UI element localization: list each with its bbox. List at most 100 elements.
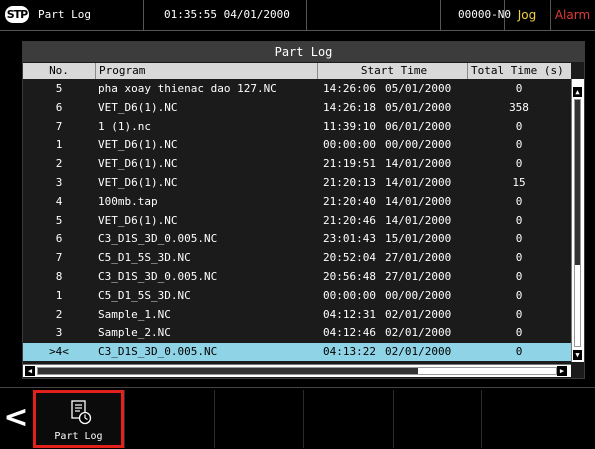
cell-start-time: 14:26:18 xyxy=(323,100,376,114)
cell-no: 2 xyxy=(55,157,63,171)
cell-program: C3_D1S_3D_0.005.NC xyxy=(98,270,218,283)
table-row[interactable]: 2 VET_D6(1).NC 21:19:51 14/01/2000 0 xyxy=(23,155,571,173)
cell-total-time: 358 xyxy=(509,100,529,114)
datetime-display: 01:35:55 04/01/2000 xyxy=(164,8,290,21)
cell-no: 3 xyxy=(55,176,63,189)
cell-start-date: 05/01/2000 xyxy=(385,100,452,114)
cell-start-date: 15/01/2000 xyxy=(385,232,452,246)
cell-no: 7 xyxy=(55,251,63,265)
softkey-part-log[interactable]: Part Log xyxy=(33,390,124,448)
cell-start-time: 21:19:51 xyxy=(323,157,376,171)
cell-program: C5_D1_5S_3D.NC xyxy=(98,288,191,302)
cell-no: 6 xyxy=(55,232,63,246)
softkey-empty-5[interactable] xyxy=(393,390,482,448)
cell-program: C3_D1S_3D_0.005.NC xyxy=(98,345,218,359)
softkey-empty-3[interactable] xyxy=(214,390,304,448)
column-header-program[interactable]: Program xyxy=(95,63,317,79)
cell-total-time: 0 xyxy=(515,270,523,283)
cell-no: 5 xyxy=(55,213,63,227)
table-row[interactable]: 7 C5_D1_5S_3D.NC 20:52:04 27/01/2000 0 xyxy=(23,249,571,267)
vertical-scroll-track[interactable] xyxy=(574,99,581,347)
cell-program: C3_D1S_3D_0.005.NC xyxy=(98,232,218,246)
horizontal-scrollbar[interactable]: ◀ ▶ xyxy=(23,364,571,377)
horizontal-scroll-thumb[interactable] xyxy=(38,368,418,374)
table-row[interactable]: 4 100mb.tap 21:20:40 14/01/2000 0 xyxy=(23,193,571,211)
table-row[interactable]: 6 C3_D1S_3D_0.005.NC 23:01:43 15/01/2000 0 xyxy=(23,230,571,248)
softkey-empty-6[interactable] xyxy=(481,390,595,448)
cell-start-date: 02/01/2000 xyxy=(385,326,452,340)
cell-program: Sample_1.NC xyxy=(98,307,171,321)
part-log-table-body: 5 pha xoay thienac dao 127.NC 14:26:06 05/0… xyxy=(23,80,571,362)
cell-start-date: 14/01/2000 xyxy=(385,194,452,208)
cell-program: VET_D6(1).NC xyxy=(98,213,178,227)
cell-total-time: 15 xyxy=(512,176,526,189)
horizontal-scroll-track[interactable] xyxy=(37,367,557,375)
cell-program: VET_D6(1).NC xyxy=(98,138,178,152)
table-row[interactable]: 3 Sample_2.NC 04:12:46 02/01/2000 0 xyxy=(23,324,571,342)
cell-start-time: 04:12:31 xyxy=(323,307,376,321)
cell-no: 8 xyxy=(55,270,63,283)
cell-no: 2 xyxy=(55,307,63,321)
cell-program: 100mb.tap xyxy=(98,194,158,208)
cell-start-time: 20:52:04 xyxy=(323,251,376,265)
table-row[interactable]: 3 VET_D6(1).NC 21:20:13 14/01/2000 15 xyxy=(23,174,571,192)
cell-no: 5 xyxy=(55,82,63,95)
cell-no: 4 xyxy=(55,194,63,208)
table-row[interactable]: 1 C5_D1_5S_3D.NC 00:00:00 00/00/2000 0 xyxy=(23,287,571,305)
column-header-total-time[interactable]: Total Time (s) xyxy=(467,63,571,79)
cell-start-date: 02/01/2000 xyxy=(385,307,452,321)
column-header-start-time[interactable]: Start Time xyxy=(317,63,467,79)
mode-indicator-jog: Jog xyxy=(517,8,537,22)
table-row[interactable]: 7 1 (1).nc 11:39:10 06/01/2000 0 xyxy=(23,118,571,136)
table-row[interactable]: 5 VET_D6(1).NC 21:20:46 14/01/2000 0 xyxy=(23,212,571,230)
alarm-indicator[interactable]: Alarm xyxy=(550,0,595,30)
cell-total-time: 0 xyxy=(515,213,523,227)
cell-total-time: 0 xyxy=(515,138,523,152)
cell-start-date: 14/01/2000 xyxy=(385,213,452,227)
softkey-empty-2[interactable] xyxy=(124,390,215,448)
scroll-down-arrow-icon[interactable]: ▼ xyxy=(573,350,582,360)
scroll-up-arrow-icon[interactable]: ▲ xyxy=(573,87,582,97)
table-row[interactable]: 1 VET_D6(1).NC 00:00:00 00/00/2000 0 xyxy=(23,136,571,154)
vertical-scrollbar[interactable]: ▲ ▼ xyxy=(571,79,584,362)
cell-start-time: 14:26:06 xyxy=(323,82,376,95)
cell-start-date: 27/01/2000 xyxy=(385,251,452,265)
column-header-no[interactable]: No. xyxy=(23,63,95,79)
cell-total-time: 0 xyxy=(515,232,523,246)
cell-no: 7 xyxy=(55,119,63,133)
cell-start-time: 04:13:22 xyxy=(323,345,376,359)
cell-start-date: 00/00/2000 xyxy=(385,288,452,302)
cell-start-time: 00:00:00 xyxy=(323,288,376,302)
table-header: No. Program Start Time Total Time (s) xyxy=(23,63,571,79)
table-row[interactable]: 6 VET_D6(1).NC 14:26:18 05/01/2000 358 xyxy=(23,99,571,117)
cell-total-time: 0 xyxy=(515,119,523,133)
cell-total-time: 0 xyxy=(515,82,523,95)
divider xyxy=(440,0,441,30)
softkey-empty-4[interactable] xyxy=(303,390,394,448)
table-row-selected[interactable]: >4< C3_D1S_3D_0.005.NC 04:13:22 02/01/2000 0 xyxy=(23,343,571,362)
cell-start-date: 05/01/2000 xyxy=(385,82,452,95)
cell-start-date: 27/01/2000 xyxy=(385,270,452,283)
table-row[interactable]: 8 C3_D1S_3D_0.005.NC 20:56:48 27/01/2000 0 xyxy=(23,268,571,286)
cell-start-time: 21:20:40 xyxy=(323,194,376,208)
cell-total-time: 0 xyxy=(515,157,523,171)
cell-start-date: 06/01/2000 xyxy=(385,119,452,133)
softkey-bar: < Part Log xyxy=(0,387,595,449)
cell-start-date: 00/00/2000 xyxy=(385,138,452,152)
cell-start-date: 14/01/2000 xyxy=(385,157,452,171)
cell-start-date: 02/01/2000 xyxy=(385,345,452,359)
table-row[interactable]: 5 pha xoay thienac dao 127.NC 14:26:06 05/0… xyxy=(23,80,571,98)
scroll-right-arrow-icon[interactable]: ▶ xyxy=(557,366,567,376)
vertical-scroll-thumb[interactable] xyxy=(575,100,580,265)
cell-program: VET_D6(1).NC xyxy=(98,176,178,189)
back-button[interactable]: < xyxy=(2,390,30,446)
cell-start-time: 23:01:43 xyxy=(323,232,376,246)
brand-logo: STP xyxy=(5,6,29,23)
divider xyxy=(306,0,307,30)
table-row[interactable]: 2 Sample_1.NC 04:12:31 02/01/2000 0 xyxy=(23,306,571,324)
cell-start-time: 21:20:46 xyxy=(323,213,376,227)
cell-total-time: 0 xyxy=(515,194,523,208)
cell-start-time: 04:12:46 xyxy=(323,326,376,340)
scroll-left-arrow-icon[interactable]: ◀ xyxy=(25,366,35,376)
cell-start-time: 11:39:10 xyxy=(323,119,376,133)
